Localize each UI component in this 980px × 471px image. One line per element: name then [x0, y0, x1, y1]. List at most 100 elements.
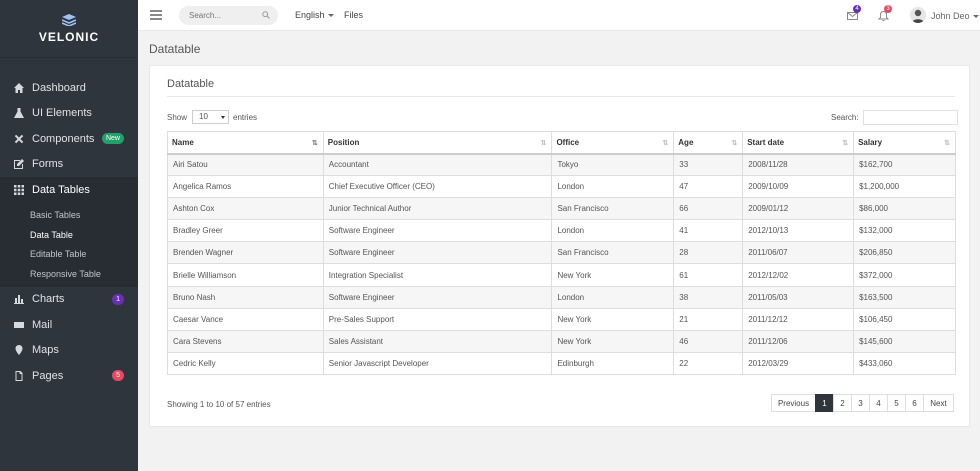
- sidebar-item-label: UI Elements: [32, 107, 92, 120]
- column-header-salary[interactable]: Salary ⇅: [853, 131, 956, 155]
- page-button-2[interactable]: 2: [833, 394, 852, 412]
- bar-chart-icon: [14, 294, 24, 305]
- column-label: Position: [327, 137, 360, 147]
- column-header-start-date[interactable]: Start date ⇅: [742, 131, 855, 155]
- page-button-6[interactable]: 6: [905, 394, 924, 412]
- cell-position: Sales Assistant: [322, 329, 553, 353]
- cell-office: Edinburgh: [551, 351, 675, 375]
- cell-name: Bruno Nash: [167, 285, 324, 309]
- cell-start-date: 2011/12/06: [742, 329, 855, 353]
- files-link[interactable]: Files: [344, 10, 363, 20]
- sort-icon: ⇅: [842, 140, 848, 147]
- cell-position: Pre-Sales Support: [322, 307, 553, 331]
- brand[interactable]: VELONIC: [0, 0, 138, 58]
- sidebar-item-label: Dashboard: [32, 81, 86, 94]
- table-row[interactable]: Ashton Cox Junior Technical Author San Fra…: [167, 197, 956, 221]
- sidebar-item-dashboard[interactable]: Dashboard: [0, 75, 138, 101]
- mail-icon: [14, 320, 24, 330]
- page-button-4[interactable]: 4: [869, 394, 888, 412]
- cell-name: Cara Stevens: [167, 329, 324, 353]
- sidebar-item-label: Mail: [32, 318, 53, 331]
- table-row[interactable]: Angelica Ramos Chief Executive Officer (C…: [167, 175, 956, 199]
- table-row[interactable]: Cedric Kelly Senior Javascript Developer E…: [167, 351, 956, 375]
- cell-start-date: 2012/10/13: [742, 219, 855, 243]
- sidebar-item-maps[interactable]: Maps: [0, 338, 138, 364]
- sidebar-item-label: Forms: [32, 158, 64, 171]
- table-row[interactable]: Cara Stevens Sales Assistant New York 46 201…: [167, 329, 956, 353]
- table-search: Search:: [831, 110, 958, 125]
- data-table: Name ⇅ Position ⇅ Office ⇅ Age ⇅ Start date ⇅…: [167, 131, 956, 375]
- cell-position: Software Engineer: [322, 219, 553, 243]
- page-button-3[interactable]: 3: [851, 394, 870, 412]
- divider: [167, 96, 955, 97]
- sidebar-item-label: Components: [32, 132, 95, 145]
- table-row[interactable]: Bruno Nash Software Engineer London 38 2011/…: [167, 285, 956, 309]
- cell-position: Junior Technical Author: [322, 197, 553, 221]
- cell-name: Brenden Wagner: [167, 241, 324, 265]
- table-row[interactable]: Bradley Greer Software Engineer London 41 20…: [167, 219, 956, 243]
- layers-icon: [62, 13, 76, 26]
- flask-icon: [14, 108, 24, 119]
- cell-age: 61: [673, 263, 744, 287]
- submenu-responsive-table[interactable]: Responsive Table: [0, 264, 138, 284]
- mail-count-badge: 4: [853, 5, 861, 13]
- sidebar-item-ui-elements[interactable]: UI Elements: [0, 101, 138, 127]
- sidebar-nav: Dashboard UI Elements Components New For…: [0, 75, 138, 389]
- table-row[interactable]: Airi Satou Accountant Tokyo 33 2008/11/28 $16…: [167, 152, 956, 177]
- column-header-name[interactable]: Name ⇅: [167, 131, 324, 155]
- cell-age: 38: [673, 285, 744, 309]
- sidebar-item-data-tables[interactable]: Data Tables: [0, 177, 138, 203]
- column-header-position[interactable]: Position ⇅: [322, 131, 553, 155]
- sidebar-item-components[interactable]: Components New: [0, 126, 138, 152]
- entries-select[interactable]: 10: [192, 110, 230, 124]
- cell-name: Ashton Cox: [167, 197, 324, 221]
- notifications-button[interactable]: 3: [877, 5, 892, 21]
- cell-salary: $1,200,000: [853, 175, 956, 199]
- tools-icon: [14, 134, 24, 144]
- mail-button[interactable]: 4: [847, 5, 861, 20]
- user-menu[interactable]: John Deo: [931, 11, 979, 21]
- user-name: John Deo: [931, 11, 970, 21]
- avatar[interactable]: [910, 7, 926, 23]
- cell-position: Software Engineer: [322, 285, 553, 309]
- column-header-age[interactable]: Age ⇅: [673, 131, 744, 155]
- sidebar-item-charts[interactable]: Charts 1: [0, 287, 138, 313]
- column-label: Age: [678, 137, 694, 147]
- previous-page-button[interactable]: Previous: [771, 394, 816, 412]
- table-row[interactable]: Brenden Wagner Software Engineer San Franc…: [167, 241, 956, 265]
- cell-office: San Francisco: [551, 197, 675, 221]
- submenu-data-table[interactable]: Data Table: [0, 225, 138, 245]
- page-button-5[interactable]: 5: [887, 394, 906, 412]
- cell-start-date: 2009/10/09: [742, 175, 855, 199]
- chevron-down-icon: [327, 14, 334, 18]
- user-avatar-icon: [910, 7, 926, 23]
- column-header-office[interactable]: Office ⇅: [551, 131, 675, 155]
- column-label: Name: [172, 137, 194, 147]
- language-dropdown[interactable]: English: [295, 10, 334, 20]
- cell-start-date: 2008/11/28: [742, 152, 855, 177]
- home-icon: [14, 82, 24, 93]
- menu-toggle-icon[interactable]: [150, 10, 162, 20]
- page-button-1[interactable]: 1: [815, 394, 834, 412]
- cell-office: New York: [551, 307, 675, 331]
- sidebar-item-forms[interactable]: Forms: [0, 152, 138, 178]
- datatable-card: Datatable Show 10 entries Search: Name ⇅ …: [149, 65, 970, 427]
- cell-age: 21: [673, 307, 744, 331]
- sidebar-item-mail[interactable]: Mail: [0, 312, 138, 338]
- table-row[interactable]: Brielle Williamson Integration Specialist…: [167, 263, 956, 287]
- pages-badge: 5: [112, 370, 124, 382]
- next-page-button[interactable]: Next: [923, 394, 954, 412]
- cell-name: Cedric Kelly: [167, 351, 324, 375]
- cell-salary: $106,450: [853, 307, 956, 331]
- table-search-input[interactable]: [862, 110, 958, 125]
- submenu-editable-table[interactable]: Editable Table: [0, 245, 138, 265]
- cell-age: 33: [673, 152, 744, 177]
- table-row[interactable]: Caesar Vance Pre-Sales Support New York 21 2…: [167, 307, 956, 331]
- submenu-basic-tables[interactable]: Basic Tables: [0, 206, 138, 226]
- cell-salary: $162,700: [853, 152, 956, 177]
- card-title: Datatable: [167, 78, 215, 90]
- cell-position: Chief Executive Officer (CEO): [322, 175, 553, 199]
- sidebar-item-pages[interactable]: Pages 5: [0, 363, 138, 389]
- language-label: English: [295, 10, 325, 20]
- search-icon[interactable]: [262, 11, 270, 19]
